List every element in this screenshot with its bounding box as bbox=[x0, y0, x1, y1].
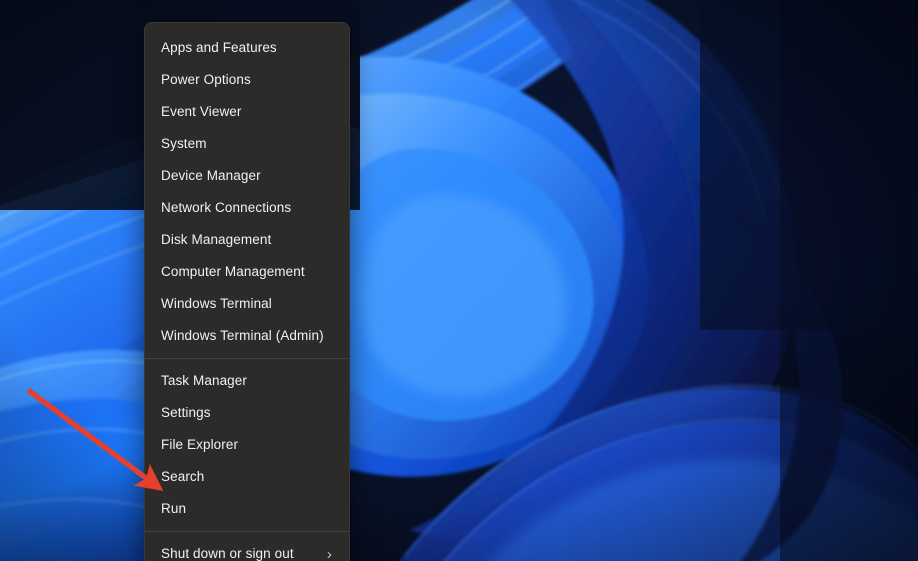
wallpaper-art bbox=[0, 0, 918, 561]
menu-item-system[interactable]: System bbox=[145, 128, 349, 160]
menu-item-label: Device Manager bbox=[161, 169, 337, 183]
desktop-screen: Apps and Features Power Options Event Vi… bbox=[0, 0, 918, 561]
menu-item-label: Network Connections bbox=[161, 201, 337, 215]
desktop-wallpaper bbox=[0, 0, 918, 561]
menu-item-file-explorer[interactable]: File Explorer bbox=[145, 429, 349, 461]
menu-separator-2 bbox=[145, 531, 349, 532]
menu-item-disk-management[interactable]: Disk Management bbox=[145, 224, 349, 256]
menu-group-system-tools: Apps and Features Power Options Event Vi… bbox=[145, 32, 349, 352]
menu-item-label: Apps and Features bbox=[161, 41, 337, 55]
menu-item-label: Computer Management bbox=[161, 265, 337, 279]
chevron-right-icon: › bbox=[327, 547, 337, 561]
menu-item-settings[interactable]: Settings bbox=[145, 397, 349, 429]
menu-item-label: Windows Terminal bbox=[161, 297, 337, 311]
menu-item-search[interactable]: Search bbox=[145, 461, 349, 493]
menu-item-windows-terminal[interactable]: Windows Terminal bbox=[145, 288, 349, 320]
menu-item-event-viewer[interactable]: Event Viewer bbox=[145, 96, 349, 128]
menu-item-apps-and-features[interactable]: Apps and Features bbox=[145, 32, 349, 64]
menu-item-label: Search bbox=[161, 470, 337, 484]
menu-item-task-manager[interactable]: Task Manager bbox=[145, 365, 349, 397]
win-x-context-menu[interactable]: Apps and Features Power Options Event Vi… bbox=[144, 22, 350, 561]
menu-item-run[interactable]: Run bbox=[145, 493, 349, 525]
menu-item-windows-terminal-admin[interactable]: Windows Terminal (Admin) bbox=[145, 320, 349, 352]
menu-group-session-tools: Shut down or sign out › Desktop bbox=[145, 538, 349, 561]
menu-item-power-options[interactable]: Power Options bbox=[145, 64, 349, 96]
menu-group-shell-tools: Task Manager Settings File Explorer Sear… bbox=[145, 365, 349, 525]
menu-item-network-connections[interactable]: Network Connections bbox=[145, 192, 349, 224]
menu-item-label: System bbox=[161, 137, 337, 151]
menu-item-label: Run bbox=[161, 502, 337, 516]
menu-item-shut-down-or-sign-out[interactable]: Shut down or sign out › bbox=[145, 538, 349, 561]
menu-item-label: Disk Management bbox=[161, 233, 337, 247]
menu-item-label: Event Viewer bbox=[161, 105, 337, 119]
menu-item-label: File Explorer bbox=[161, 438, 337, 452]
menu-item-label: Settings bbox=[161, 406, 337, 420]
menu-item-label: Windows Terminal (Admin) bbox=[161, 329, 337, 343]
menu-item-label: Task Manager bbox=[161, 374, 337, 388]
menu-separator-1 bbox=[145, 358, 349, 359]
menu-item-device-manager[interactable]: Device Manager bbox=[145, 160, 349, 192]
menu-item-computer-management[interactable]: Computer Management bbox=[145, 256, 349, 288]
menu-item-label: Shut down or sign out bbox=[161, 547, 327, 561]
menu-item-label: Power Options bbox=[161, 73, 337, 87]
